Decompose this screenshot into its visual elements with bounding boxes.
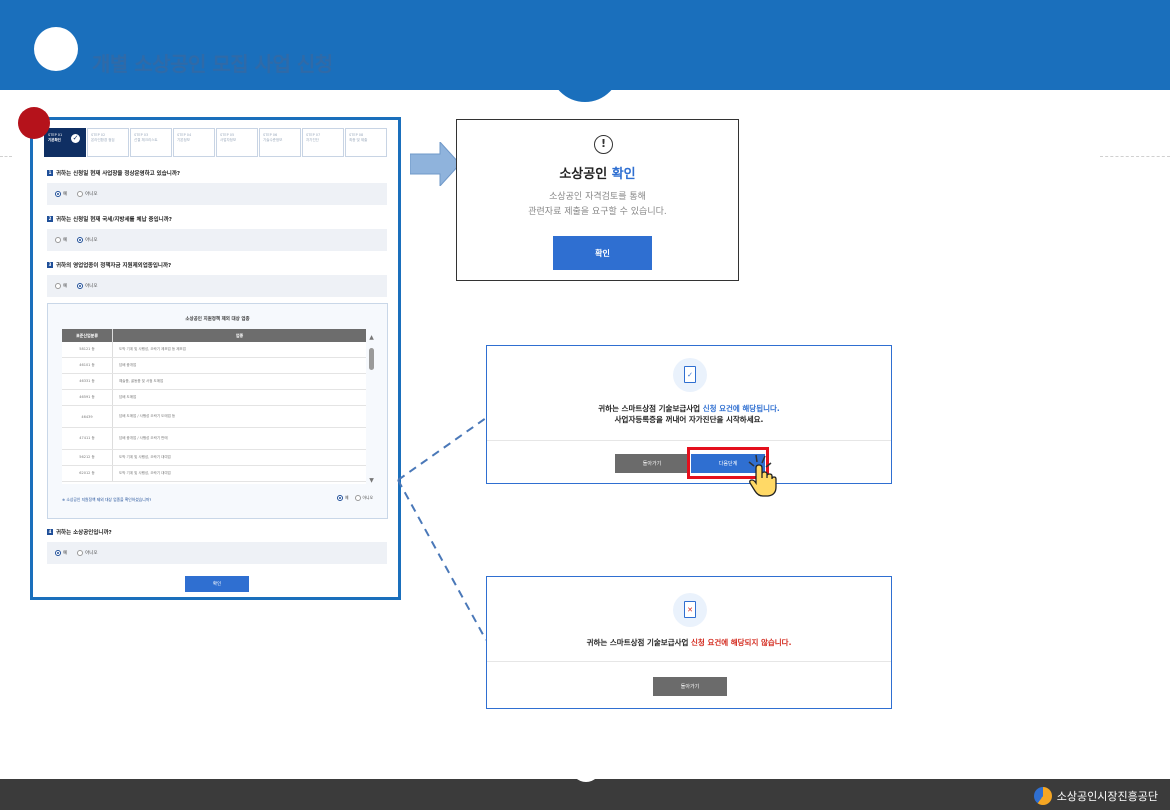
org-logo: 소상공인시장진흥공단 — [1033, 787, 1158, 805]
table-row: 46101 등 담배 중개업 — [62, 358, 366, 374]
question-text: 귀하는 신청일 현재 국세/지방세를 체납 중입니까? — [56, 217, 172, 223]
page-title: 개별 소상공인 모집 사업 신청 — [92, 52, 333, 76]
step-1[interactable]: STEP 01 기본확인 ✓ — [44, 128, 86, 157]
scroll-down-icon[interactable]: ▼ — [368, 477, 375, 484]
radio-no[interactable]: 아니오 — [77, 237, 98, 243]
table-scrollbar[interactable]: ▲ ▼ — [368, 334, 375, 484]
submit-button[interactable]: 확인 — [185, 576, 249, 592]
document-x-icon: ✕ — [673, 593, 707, 627]
step-2[interactable]: STEP 02 온라인환경 점검 — [87, 128, 129, 157]
question-4: 4 귀하는 소상공인입니까? — [47, 528, 112, 536]
right-arrow-icon — [410, 142, 461, 186]
step-label: 자가진단 — [306, 138, 319, 142]
column-header-industry: 업종 — [235, 332, 244, 338]
step-6[interactable]: STEP 06 기술수준정보 — [259, 128, 301, 157]
question-text: 귀하는 신청일 현재 사업장을 정상운영하고 있습니까? — [56, 171, 181, 177]
question-3: 3 귀하의 영업업종이 정책자금 지원제외업종입니까? — [47, 261, 171, 269]
radio-no[interactable]: 아니오 — [354, 495, 373, 501]
radio-yes[interactable]: 예 — [55, 191, 67, 197]
question-text: 귀하는 소상공인입니까? — [56, 530, 112, 536]
radio-no[interactable]: 아니오 — [77, 191, 98, 197]
confirm-ok-button[interactable]: 확인 — [553, 236, 652, 270]
back-button[interactable]: 돌아가기 — [615, 454, 689, 473]
exclusion-table: 표준산업분류 업종 58121 등 도박 기계 및 사행성, 오락기 제조업 등 … — [62, 329, 366, 484]
alert-icon: ! — [594, 135, 613, 154]
step-7[interactable]: STEP 07 자가진단 — [302, 128, 344, 157]
exclusion-confirm-question: ※ 소상공인 지원정책 제외 대상 업종을 확인하셨습니까? — [62, 497, 152, 502]
radio-yes[interactable]: 예 — [55, 283, 67, 289]
question-2: 2 귀하는 신청일 현재 국세/지방세를 체납 중입니까? — [47, 215, 172, 223]
org-logo-icon — [1033, 787, 1052, 805]
step-label: 기본정보 — [177, 138, 190, 142]
table-row: 58121 등 도박 기계 및 사행성, 오락기 제조업 등 제조업 — [62, 342, 366, 358]
answer-row-4: 예 아니오 — [47, 542, 387, 564]
answer-row-2: 예 아니오 — [47, 229, 387, 251]
exclusion-list-title: 소상공인 지원정책 제외 대상 업종 — [185, 317, 250, 322]
scroll-up-icon[interactable]: ▲ — [368, 334, 375, 341]
question-number: 4 — [47, 529, 53, 535]
table-row: 47411 등 담배 중개업 / 사행성 오락기 판매 — [62, 428, 366, 450]
question-number: 1 — [47, 170, 53, 176]
scroll-thumb[interactable] — [369, 348, 374, 370]
table-row: 46439 담배 도매업 / 사행성 오락기 도매업 등 — [62, 406, 366, 428]
step-label: 온라인환경 점검 — [91, 138, 115, 142]
ineligible-result-modal: ✕ 귀하는 스마트상점 기술보급사업 신청 요건에 해당되지 않습니다. 돌아가… — [486, 576, 892, 709]
exclusion-confirm-radios: 예 아니오 — [337, 495, 373, 501]
modal-divider — [487, 440, 891, 441]
check-icon: ✓ — [71, 134, 80, 143]
step-4[interactable]: STEP 04 기본정보 — [173, 128, 215, 157]
confirm-message: 소상공인 자격검토를 통해 관련자료 제출을 요구할 수 있습니다. — [528, 192, 667, 217]
answer-row-3: 예 아니오 — [47, 275, 387, 297]
step-3[interactable]: STEP 03 선결 체크리스트 — [130, 128, 172, 157]
step-marker-dot — [18, 107, 50, 139]
application-form-panel: STEP 01 기본확인 ✓ STEP 02 온라인환경 점검 STEP 03 선결 체… — [30, 117, 401, 600]
ineligible-message: 귀하는 스마트상점 기술보급사업 신청 요건에 해당되지 않습니다. — [586, 638, 792, 647]
question-1: 1 귀하는 신청일 현재 사업장을 정상운영하고 있습니까? — [47, 169, 180, 177]
question-number: 2 — [47, 216, 53, 222]
table-header: 표준산업분류 업종 — [62, 329, 366, 342]
step-label: 선결 체크리스트 — [134, 138, 158, 142]
header-badge-circle — [34, 27, 78, 71]
divider-left — [0, 156, 12, 157]
back-button[interactable]: 돌아가기 — [653, 677, 727, 696]
pointer-hand-icon — [748, 454, 777, 497]
step-5[interactable]: STEP 05 사업자정보 — [216, 128, 258, 157]
table-row: 46591 등 담배 도매업 — [62, 390, 366, 406]
confirm-modal: ! 소상공인 확인 소상공인 자격검토를 통해 관련자료 제출을 요구할 수 있습… — [456, 119, 739, 281]
radio-yes[interactable]: 예 — [55, 237, 67, 243]
radio-no[interactable]: 아니오 — [77, 283, 98, 289]
eligible-result-modal: ✓ 귀하는 스마트상점 기술보급사업 신청 요건에 해당됩니다. 사업자등록증을… — [486, 345, 892, 497]
step-8[interactable]: STEP 08 최종 및 제출 — [345, 128, 387, 157]
step-label: 기술수준정보 — [263, 138, 283, 142]
step-label: 사업자정보 — [220, 138, 237, 142]
table-row: 62012 등 도박 기계 및 사행성, 오락기 대여업 — [62, 466, 366, 482]
question-text: 귀하의 영업업종이 정책자금 지원제외업종입니까? — [56, 263, 172, 269]
table-row: 56212 등 도박 기계 및 사행성, 오락기 대여업 — [62, 450, 366, 466]
document-check-icon: ✓ — [673, 358, 707, 392]
eligible-message: 귀하는 스마트상점 기술보급사업 신청 요건에 해당됩니다. 사업자등록증을 꺼… — [598, 404, 780, 424]
divider-right — [1100, 156, 1170, 157]
radio-yes[interactable]: 예 — [55, 550, 67, 556]
step-label: 최종 및 제출 — [349, 138, 368, 142]
answer-row-1: 예 아니오 — [47, 183, 387, 205]
header-tab-decoration — [550, 60, 620, 102]
page-footer — [0, 779, 1170, 810]
confirm-title: 소상공인 확인 — [559, 167, 636, 182]
exclusion-list-box: 소상공인 지원정책 제외 대상 업종 표준산업분류 업종 58121 등 도박 기… — [47, 303, 388, 519]
radio-yes[interactable]: 예 — [337, 495, 349, 501]
org-name: 소상공인시장진흥공단 — [1056, 790, 1158, 803]
question-number: 3 — [47, 262, 53, 268]
step-progress: STEP 01 기본확인 ✓ STEP 02 온라인환경 점검 STEP 03 선결 체… — [44, 128, 387, 157]
table-row: 46331 등 예술품, 골동품 및 서점 도매업 — [62, 374, 366, 390]
column-header-code: 표준산업분류 — [62, 329, 113, 342]
modal-divider — [487, 661, 891, 662]
page-header: 개별 소상공인 모집 사업 신청 — [0, 0, 1170, 102]
radio-no[interactable]: 아니오 — [77, 550, 98, 556]
